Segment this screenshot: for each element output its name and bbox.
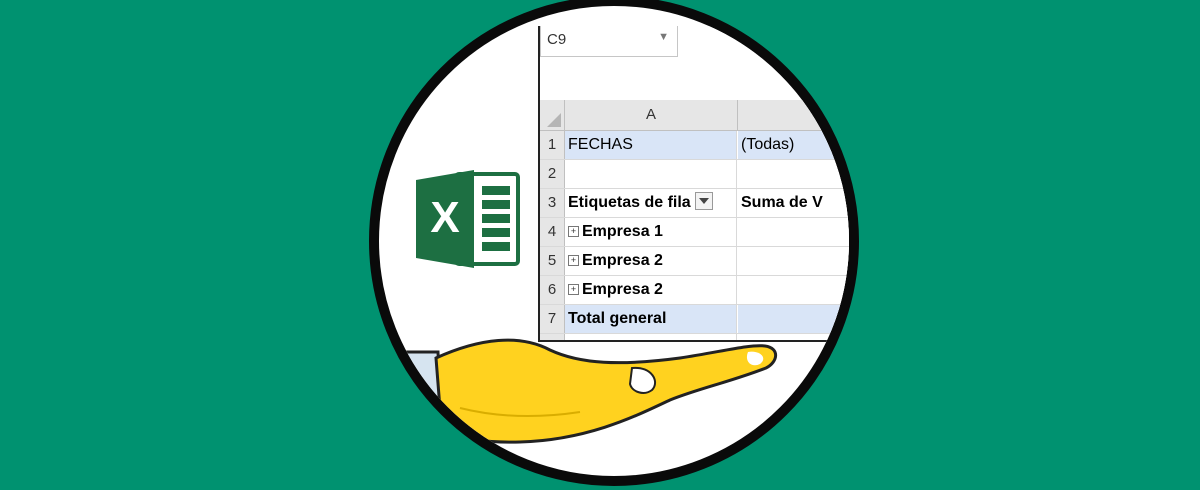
group-label: Empresa 2 <box>582 252 663 269</box>
row-number[interactable]: 4 <box>540 218 565 246</box>
filter-dropdown-icon[interactable] <box>694 192 713 210</box>
cell-b1[interactable]: (Todas) <box>738 131 849 159</box>
table-row: 2 <box>540 160 849 189</box>
column-headers: A <box>540 100 849 131</box>
row-number[interactable]: 2 <box>540 160 565 188</box>
row-number[interactable]: 1 <box>540 131 565 159</box>
name-box-value: C9 <box>547 31 567 48</box>
cell-a2[interactable] <box>565 160 737 188</box>
cell-b2[interactable] <box>738 160 849 188</box>
cell-b4[interactable] <box>738 218 849 246</box>
expand-plus-icon[interactable]: + <box>568 255 579 266</box>
cell-a5[interactable]: + Empresa 2 <box>565 247 737 275</box>
table-row: 4 + Empresa 1 <box>540 218 849 247</box>
row-labels-header: Etiquetas de fila <box>568 194 691 211</box>
cell-b7[interactable] <box>738 305 849 333</box>
select-all-button[interactable] <box>540 100 565 130</box>
table-row: 3 Etiquetas de fila Suma de V <box>540 189 849 218</box>
group-label: Empresa 1 <box>582 223 663 240</box>
cell-a1[interactable]: FECHAS <box>565 131 737 159</box>
column-header-a[interactable]: A <box>565 100 738 130</box>
cell-a3[interactable]: Etiquetas de fila <box>565 189 737 217</box>
row-number[interactable]: 6 <box>540 276 565 304</box>
cell-b5[interactable] <box>738 247 849 275</box>
hand-icon <box>390 338 778 452</box>
cell-a7[interactable]: Total general <box>565 305 737 333</box>
expand-plus-icon[interactable]: + <box>568 226 579 237</box>
chevron-down-icon[interactable]: ▼ <box>658 31 669 43</box>
cell-b6[interactable] <box>738 276 849 304</box>
group-label: Empresa 2 <box>582 281 663 298</box>
expand-plus-icon[interactable]: + <box>568 284 579 295</box>
svg-text:X: X <box>430 193 459 242</box>
row-number[interactable]: 3 <box>540 189 565 217</box>
table-row: 6 + Empresa 2 <box>540 276 849 305</box>
sheet-grid: A 1 FECHAS (Todas) 2 3 Etiquetas de fila… <box>540 100 849 340</box>
cell-a4[interactable]: + Empresa 1 <box>565 218 737 246</box>
excel-logo-icon: X <box>416 170 520 268</box>
circle-frame: X C9 ▼ A 1 FECHAS (Todas) 2 3 Etiquetas … <box>369 0 859 486</box>
row-number[interactable]: 5 <box>540 247 565 275</box>
name-box[interactable]: C9 ▼ <box>540 26 678 57</box>
row-number[interactable]: 7 <box>540 305 565 333</box>
cell-b3[interactable]: Suma de V <box>738 189 849 217</box>
spreadsheet: C9 ▼ A 1 FECHAS (Todas) 2 3 Etiquetas de… <box>538 26 849 342</box>
column-header-b[interactable] <box>738 100 849 130</box>
table-row: 5 + Empresa 2 <box>540 247 849 276</box>
cell-a6[interactable]: + Empresa 2 <box>565 276 737 304</box>
table-row: 1 FECHAS (Todas) <box>540 131 849 160</box>
